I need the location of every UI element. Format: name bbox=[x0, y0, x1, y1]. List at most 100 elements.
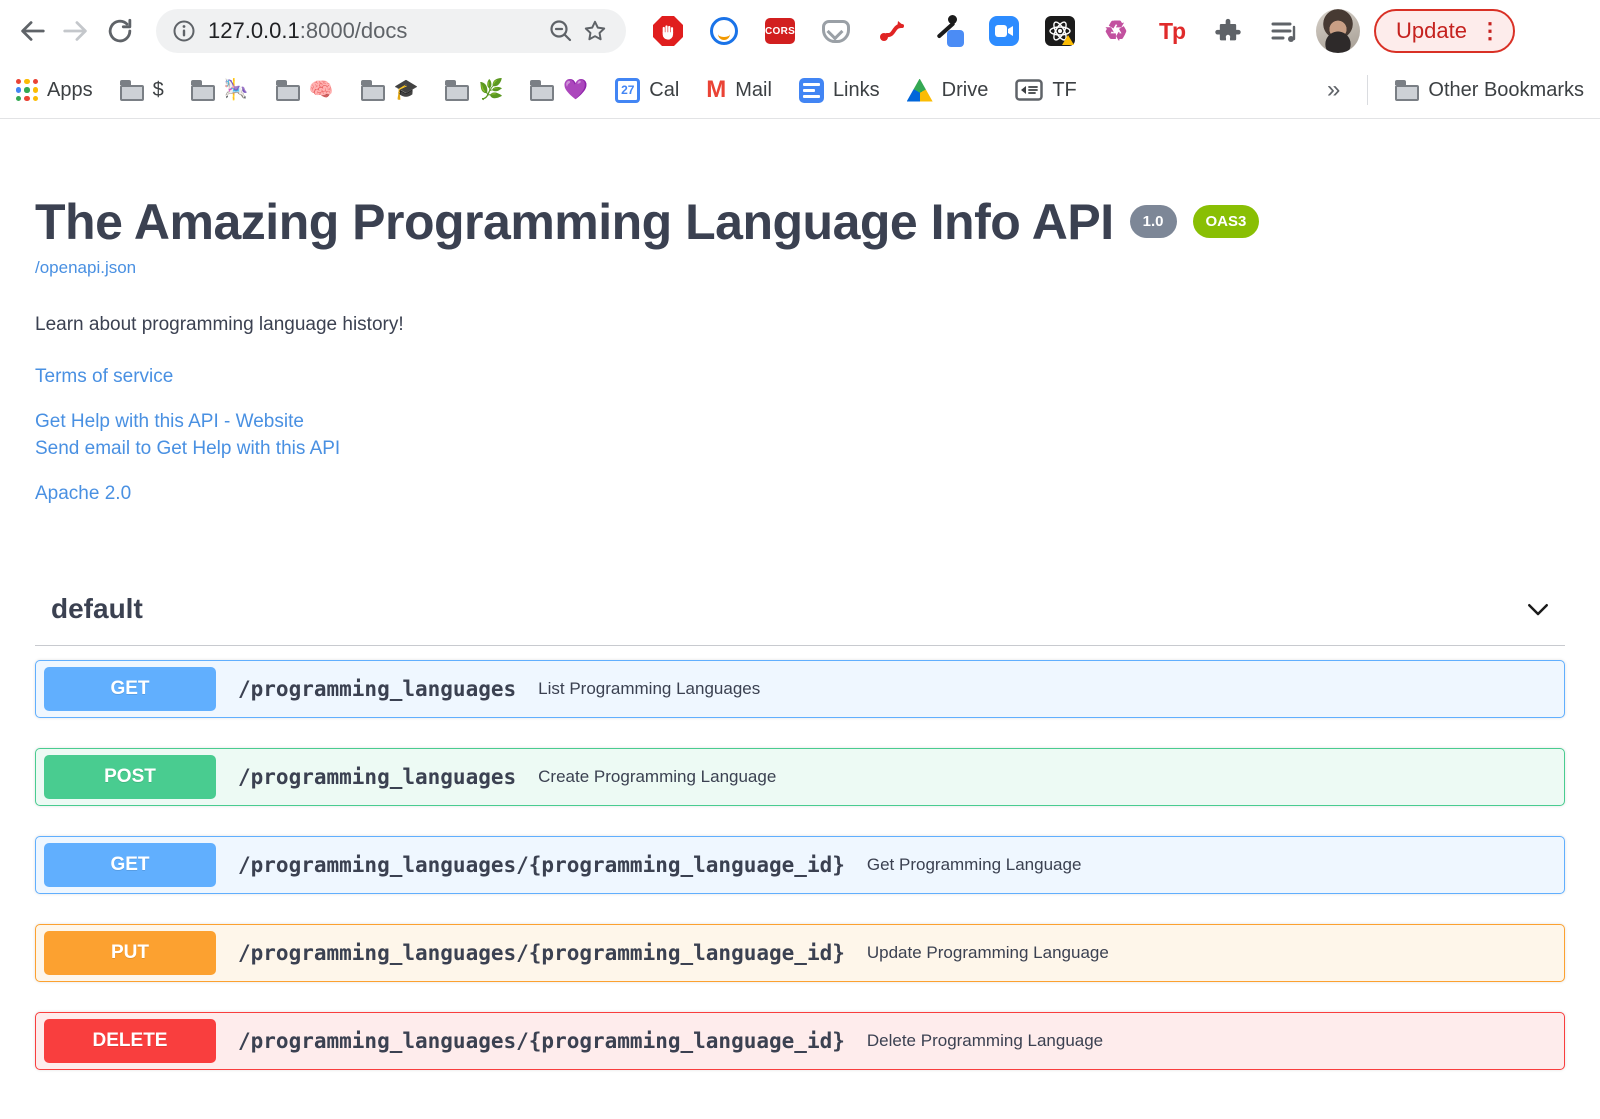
extensions-row: CORS ♻ Tp bbox=[652, 15, 1300, 47]
bookmark-folder-carousel[interactable]: 🎠 bbox=[190, 79, 249, 101]
bookmark-folder-brain[interactable]: 🧠 bbox=[275, 79, 334, 101]
update-label: Update bbox=[1396, 18, 1467, 43]
endpoint-summary: Update Programming Language bbox=[866, 943, 1109, 962]
bookmark-label: 🎠 bbox=[223, 79, 249, 101]
cors-label: CORS bbox=[765, 18, 795, 44]
api-description: Learn about programming language history… bbox=[35, 314, 404, 335]
bookmark-folder-education[interactable]: 🎓 bbox=[360, 79, 418, 101]
star-icon bbox=[584, 20, 606, 41]
bookmarks-overflow-chevron[interactable]: » bbox=[1327, 76, 1340, 104]
zoom-out-button[interactable] bbox=[544, 14, 578, 48]
title-row: The Amazing Programming Language Info AP… bbox=[35, 195, 1565, 250]
bookmark-folder-herb[interactable]: 🌿 bbox=[445, 79, 504, 101]
tp-icon[interactable]: Tp bbox=[1156, 15, 1188, 47]
bookmark-label: $ bbox=[152, 78, 164, 101]
endpoint-summary: List Programming Languages bbox=[538, 679, 761, 698]
endpoint-path: /programming_languages bbox=[238, 765, 517, 789]
oas3-badge: OAS3 bbox=[1192, 205, 1260, 238]
drive-icon bbox=[906, 78, 933, 102]
section-title: default bbox=[51, 593, 143, 624]
color-picker-icon[interactable] bbox=[932, 15, 964, 47]
endpoint-row-get-one[interactable]: GET /programming_languages/{programming_… bbox=[35, 836, 1565, 894]
url-host: 127.0.0.1 bbox=[208, 18, 300, 43]
default-section: default GET /programming_languages List … bbox=[35, 593, 1565, 1070]
pocket-icon[interactable] bbox=[820, 15, 852, 47]
bookmark-label: TF bbox=[1052, 78, 1077, 101]
links-icon bbox=[798, 77, 824, 103]
gmail-icon: M bbox=[706, 76, 727, 103]
endpoint-summary: Get Programming Language bbox=[866, 855, 1082, 874]
bookmark-tf[interactable]: TF bbox=[1015, 78, 1077, 102]
license-link[interactable]: Apache 2.0 bbox=[35, 483, 1565, 505]
method-badge[interactable]: GET bbox=[44, 667, 216, 711]
puzzle-icon[interactable] bbox=[1212, 15, 1244, 47]
folder-icon bbox=[275, 79, 300, 101]
browser-toolbar: 127.0.0.1:8000/docs CORS ♻ Tp Update ⋮ bbox=[0, 0, 1600, 62]
bookmark-drive[interactable]: Drive bbox=[906, 78, 988, 102]
recycle-icon[interactable]: ♻ bbox=[1100, 15, 1132, 47]
version-badge: 1.0 bbox=[1129, 205, 1177, 238]
chrome-update-button[interactable]: Update ⋮ bbox=[1374, 9, 1515, 53]
bookmark-folder-heart[interactable]: 💜 bbox=[530, 79, 588, 101]
endpoint-summary: Delete Programming Language bbox=[866, 1031, 1104, 1050]
other-bookmarks[interactable]: Other Bookmarks bbox=[1395, 79, 1584, 102]
terms-of-service-link[interactable]: Terms of service bbox=[35, 366, 1565, 388]
bookmark-label: 🌿 bbox=[478, 79, 504, 101]
reload-button[interactable] bbox=[98, 9, 142, 53]
endpoint-row-post-create[interactable]: POST /programming_languages Create Progr… bbox=[35, 748, 1565, 806]
other-bookmarks-label: Other Bookmarks bbox=[1428, 78, 1584, 101]
method-badge[interactable]: PUT bbox=[44, 931, 216, 975]
chevron-down-icon[interactable] bbox=[1523, 594, 1553, 624]
endpoint-path: /programming_languages/{programming_lang… bbox=[238, 1029, 845, 1053]
bookmarks-divider bbox=[1367, 75, 1369, 105]
info-links: Terms of service Get Help with this API … bbox=[35, 366, 1565, 505]
playlist-icon[interactable] bbox=[1268, 15, 1300, 47]
folder-icon bbox=[190, 79, 215, 101]
endpoint-path: /programming_languages/{programming_lang… bbox=[238, 941, 845, 965]
folder-icon bbox=[530, 79, 555, 101]
address-bar[interactable]: 127.0.0.1:8000/docs bbox=[156, 9, 626, 53]
folder-icon bbox=[1395, 79, 1420, 101]
apps-grid-icon bbox=[16, 79, 38, 101]
bookmark-links[interactable]: Links bbox=[798, 77, 880, 103]
forward-arrow-icon bbox=[63, 21, 87, 41]
endpoint-list: GET /programming_languages List Programm… bbox=[35, 660, 1565, 1070]
help-website-link[interactable]: Get Help with this API - Website bbox=[35, 411, 1565, 433]
bookmark-star-button[interactable] bbox=[578, 14, 612, 48]
adblock-icon[interactable] bbox=[652, 15, 684, 47]
bookmark-folder-money[interactable]: $ bbox=[119, 78, 164, 102]
endpoint-row-delete[interactable]: DELETE /programming_languages/{programmi… bbox=[35, 1012, 1565, 1070]
back-arrow-icon bbox=[21, 21, 45, 41]
url-path: :8000/docs bbox=[299, 18, 408, 43]
zoom-video-icon[interactable] bbox=[988, 15, 1020, 47]
cors-icon[interactable]: CORS bbox=[764, 15, 796, 47]
bookmark-apps[interactable]: Apps bbox=[16, 79, 93, 102]
flow-arrow-icon[interactable] bbox=[876, 15, 908, 47]
bookmarks-bar: Apps $ 🎠 🧠 🎓 🌿 💜 27 Cal M Mail Links Dri… bbox=[0, 62, 1600, 119]
bookmark-mail[interactable]: M Mail bbox=[706, 78, 772, 102]
openapi-json-link[interactable]: /openapi.json bbox=[35, 258, 136, 278]
tf-icon bbox=[1015, 79, 1044, 101]
browser-menu-icon[interactable]: ⋮ bbox=[1479, 18, 1501, 44]
reload-icon bbox=[108, 18, 132, 43]
bookmark-label: Links bbox=[832, 78, 880, 101]
back-button[interactable] bbox=[10, 9, 54, 53]
help-email-link[interactable]: Send email to Get Help with this API bbox=[35, 438, 1565, 460]
method-badge[interactable]: GET bbox=[44, 843, 216, 887]
method-badge[interactable]: DELETE bbox=[44, 1019, 216, 1063]
forward-button[interactable] bbox=[54, 9, 98, 53]
site-info-icon[interactable] bbox=[172, 19, 196, 43]
react-devtools-icon[interactable] bbox=[1044, 15, 1076, 47]
url-text[interactable]: 127.0.0.1:8000/docs bbox=[208, 18, 544, 44]
method-badge[interactable]: POST bbox=[44, 755, 216, 799]
section-header[interactable]: default bbox=[35, 593, 1565, 646]
bookmark-label: Cal bbox=[649, 78, 680, 101]
endpoint-row-get-list[interactable]: GET /programming_languages List Programm… bbox=[35, 660, 1565, 718]
bookmark-calendar[interactable]: 27 Cal bbox=[615, 77, 680, 103]
profile-avatar[interactable] bbox=[1316, 9, 1360, 53]
chat-smile-icon[interactable] bbox=[708, 15, 740, 47]
endpoint-row-put-update[interactable]: PUT /programming_languages/{programming_… bbox=[35, 924, 1565, 982]
endpoint-path: /programming_languages/{programming_lang… bbox=[238, 853, 845, 877]
folder-icon bbox=[119, 79, 144, 101]
endpoint-path: /programming_languages bbox=[238, 677, 517, 701]
